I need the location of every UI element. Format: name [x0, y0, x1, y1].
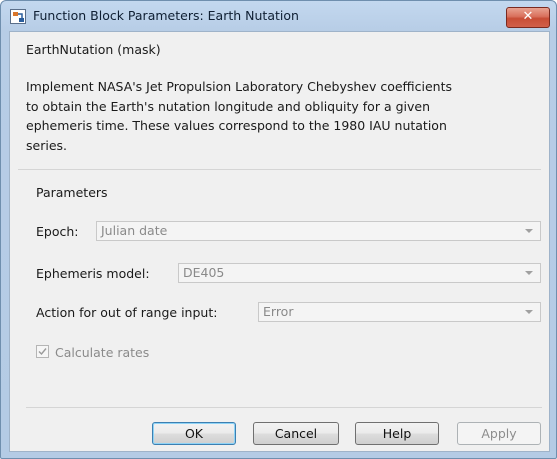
- close-button[interactable]: ✕: [506, 7, 550, 28]
- description-line: to obtain the Earth's nutation longitude…: [26, 98, 430, 114]
- description-line: Implement NASA's Jet Propulsion Laborato…: [26, 79, 453, 94]
- window-title: Function Block Parameters: Earth Nutatio…: [33, 8, 299, 23]
- section-divider: [18, 169, 541, 170]
- close-icon: ✕: [522, 9, 534, 24]
- parameters-panel-bottom: [26, 202, 542, 408]
- description-line: series.: [26, 137, 67, 153]
- title-bar[interactable]: Function Block Parameters: Earth Nutatio…: [1, 1, 556, 31]
- apply-button[interactable]: Apply: [457, 422, 541, 445]
- description-line: ephemeris time. These values correspond …: [26, 118, 447, 133]
- ok-button[interactable]: OK: [152, 422, 236, 445]
- mask-description: Implement NASA's Jet Propulsion Laborato…: [26, 77, 544, 155]
- dialog-window: Function Block Parameters: Earth Nutatio…: [0, 0, 557, 459]
- parameters-title: Parameters: [36, 185, 108, 200]
- dialog-body: EarthNutation (mask) Implement NASA's Je…: [9, 31, 550, 452]
- mask-title: EarthNutation (mask): [26, 42, 161, 57]
- help-button[interactable]: Help: [355, 422, 439, 445]
- cancel-button[interactable]: Cancel: [253, 422, 339, 445]
- simulink-block-icon: [10, 9, 26, 24]
